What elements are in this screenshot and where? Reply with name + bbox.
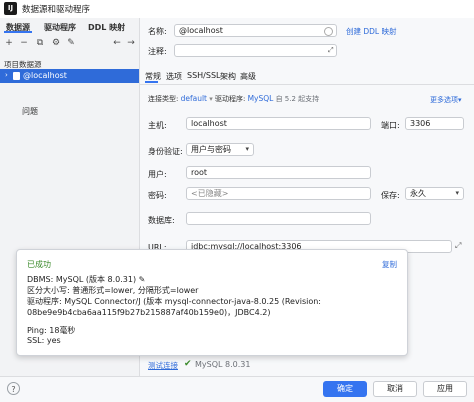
comment-input[interactable] (174, 44, 337, 57)
tab-ssh-ssl[interactable]: SSH/SSL (187, 71, 220, 80)
chevron-down-icon: ▾ (245, 145, 249, 153)
datasource-label: @localhost (23, 71, 67, 80)
host-label: 主机: (148, 121, 167, 130)
comment-label: 注释: (148, 47, 167, 56)
settings-icon[interactable]: ⚙ (51, 38, 61, 48)
tabs-divider (140, 84, 474, 85)
apply-button[interactable]: 应用 (423, 381, 467, 397)
more-options-label: 更多选项 (430, 96, 458, 104)
problems-label[interactable]: 问题 (22, 106, 38, 117)
driver-value[interactable]: MySQL (248, 94, 274, 103)
edit-icon[interactable]: ✎ (66, 38, 76, 48)
popup-line-revision: 08be9e9b4cba6aa115f9b27b215887af40b159e0… (27, 308, 271, 317)
host-input[interactable]: localhost (186, 117, 371, 130)
user-label: 用户: (148, 170, 167, 179)
copy-link[interactable]: 复制 (382, 259, 397, 270)
connection-type-row: 连接类型: default ▾ 驱动程序: MySQL 自 5.2 起支持 (148, 94, 319, 104)
app-logo: IJ (4, 2, 17, 15)
datasource-item-localhost[interactable]: › @localhost (0, 69, 139, 83)
active-tab-indicator (4, 31, 32, 33)
expand-circle-icon[interactable] (324, 27, 333, 36)
add-icon[interactable]: + (4, 38, 14, 48)
active-tab-indicator-right (145, 81, 158, 83)
cancel-button[interactable]: 取消 (373, 381, 417, 397)
password-input[interactable]: <已隐藏> (186, 187, 371, 200)
save-label: 保存: (381, 191, 400, 200)
remove-icon[interactable]: − (19, 38, 29, 48)
test-result-text: MySQL 8.0.31 (195, 360, 251, 369)
test-connection-link[interactable]: 测试连接 (148, 360, 178, 371)
popup-line-dbms: DBMS: MySQL (版本 8.0.31) ✎ (27, 274, 145, 285)
forward-icon[interactable]: → (126, 38, 136, 48)
tab-advanced[interactable]: 高级 (240, 71, 256, 82)
driver-note: 自 5.2 起支持 (275, 95, 320, 103)
check-icon: ✔ (184, 359, 192, 369)
connection-type-label: 连接类型: (148, 95, 179, 103)
title-bar: IJ 数据源和驱动程序 (0, 0, 474, 18)
connection-type-value[interactable]: default (181, 94, 207, 103)
database-icon (13, 72, 20, 80)
chevron-down-icon: ▾ (209, 95, 213, 103)
back-icon[interactable]: ← (112, 38, 122, 48)
popup-line-ping: Ping: 18毫秒 (27, 326, 76, 335)
expand-icon[interactable]: ⤢ (455, 241, 461, 251)
popup-line-case: 区分大小写: 普通形式=lower, 分隔形式=lower (27, 286, 199, 295)
popup-line-ssl: SSL: yes (27, 336, 61, 345)
tab-schemas[interactable]: 架构 (220, 71, 236, 82)
tab-drivers[interactable]: 驱动程序 (44, 22, 76, 33)
port-input[interactable]: 3306 (405, 117, 464, 130)
database-input[interactable] (186, 212, 371, 225)
copy-icon[interactable]: ⧉ (35, 38, 45, 48)
create-ddl-mapping-link[interactable]: 创建 DDL 映射 (346, 26, 397, 37)
auth-label: 身份验证: (148, 147, 183, 156)
expand-icon[interactable]: ⤢ (328, 46, 334, 55)
ok-button[interactable]: 确定 (323, 381, 367, 397)
chevron-down-icon: ▾ (455, 189, 459, 197)
name-label: 名称: (148, 27, 167, 36)
bottom-bar: ? 确定 取消 应用 (0, 376, 474, 402)
help-icon[interactable]: ? (7, 382, 20, 395)
more-options-link[interactable]: 更多选项▾ (430, 95, 462, 105)
name-input[interactable]: @localhost (174, 24, 337, 37)
test-result-popup: 已成功 复制 DBMS: MySQL (版本 8.0.31) ✎ 区分大小写: … (16, 249, 408, 356)
password-label: 密码: (148, 191, 167, 200)
database-label: 数据库: (148, 216, 175, 225)
user-input[interactable]: root (186, 166, 371, 179)
edit-icon: ✎ (136, 275, 146, 284)
chevron-down-icon: ▾ (458, 96, 462, 104)
port-label: 端口: (381, 121, 400, 130)
popup-line-dbms-text: DBMS: MySQL (版本 8.0.31) (27, 275, 137, 284)
tab-options[interactable]: 选项 (166, 71, 182, 82)
auth-select[interactable]: 用户与密码 ▾ (186, 143, 254, 156)
tab-ddl-mapping[interactable]: DDL 映射 (88, 22, 125, 33)
popup-line-driver: 驱动程序: MySQL Connector/J (版本 mysql-connec… (27, 297, 321, 306)
driver-label: 驱动程序: (214, 95, 246, 103)
save-select-value: 永久 (410, 189, 426, 198)
save-select[interactable]: 永久 ▾ (405, 187, 464, 200)
auth-select-value: 用户与密码 (191, 145, 231, 154)
window-title: 数据源和驱动程序 (22, 5, 91, 15)
chevron-right-icon: › (5, 71, 8, 79)
popup-title: 已成功 (27, 260, 51, 269)
